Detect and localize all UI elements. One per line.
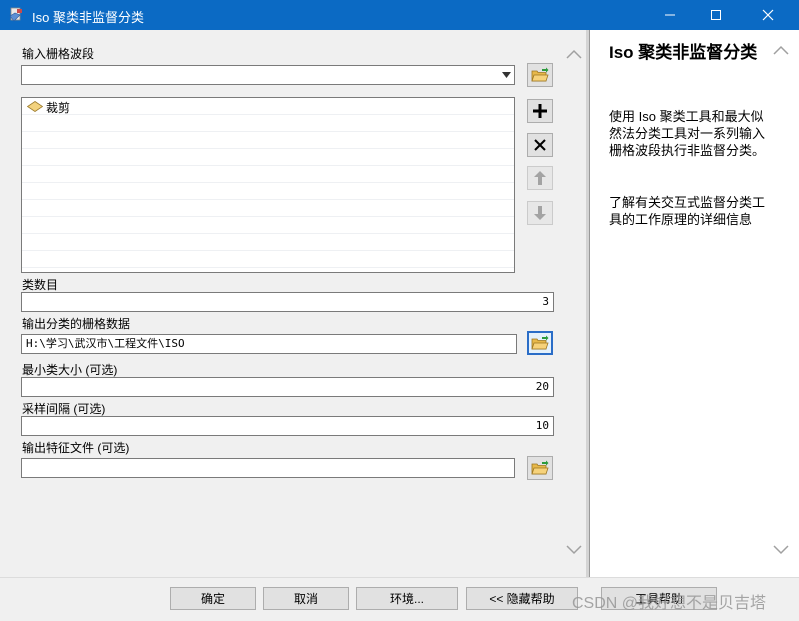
browse-input-bands-button[interactable]: [527, 63, 553, 87]
plus-icon: [533, 104, 547, 118]
help-title: Iso 聚类非监督分类: [609, 43, 758, 62]
minimize-button[interactable]: [647, 0, 693, 30]
input-bands-list[interactable]: 裁剪: [21, 97, 515, 273]
close-icon: [762, 9, 774, 21]
help-pane: Iso 聚类非监督分类 使用 Iso 聚类工具和最大似然法分类工具对一系列输入栅…: [589, 30, 799, 577]
chevron-down-icon[interactable]: [773, 544, 789, 558]
add-band-button[interactable]: [527, 99, 553, 123]
environments-button[interactable]: 环境...: [356, 587, 458, 610]
browse-output-signature-button[interactable]: [527, 456, 553, 480]
list-item: [22, 149, 514, 166]
form-scrollbar[interactable]: [563, 40, 585, 570]
chevron-down-icon[interactable]: [499, 67, 513, 83]
folder-open-icon: [531, 335, 549, 350]
input-bands-label: 输入栅格波段: [22, 47, 95, 61]
maximize-button[interactable]: [693, 0, 739, 30]
chevron-up-icon[interactable]: [566, 48, 582, 62]
window-title: Iso 聚类非监督分类: [32, 10, 144, 25]
list-item-label: 裁剪: [46, 101, 71, 115]
num-classes-label: 类数目: [22, 278, 59, 292]
list-item[interactable]: 裁剪: [22, 98, 514, 115]
move-up-button[interactable]: [527, 166, 553, 190]
title-bar: Iso 聚类非监督分类: [0, 0, 799, 30]
output-signature-input[interactable]: [21, 458, 515, 478]
list-item: [22, 115, 514, 132]
watermark: CSDN @我好想不是贝吉塔: [572, 595, 767, 612]
output-signature-label: 输出特征文件 (可选): [22, 441, 130, 455]
arrow-up-icon: [534, 171, 546, 185]
min-class-size-label: 最小类大小 (可选): [22, 363, 118, 377]
num-classes-input[interactable]: 3: [21, 292, 554, 312]
chevron-up-icon[interactable]: [773, 44, 789, 58]
help-description: 使用 Iso 聚类工具和最大似然法分类工具对一系列输入栅格波段执行非监督分类。: [609, 109, 766, 158]
close-button[interactable]: [745, 0, 791, 30]
browse-output-raster-button[interactable]: [527, 331, 553, 355]
hide-help-button[interactable]: << 隐藏帮助: [466, 587, 578, 610]
sample-interval-label: 采样间隔 (可选): [22, 402, 106, 416]
list-item: [22, 217, 514, 234]
help-more-info: 了解有关交互式监督分类工具的工作原理的详细信息: [609, 195, 766, 227]
input-bands-combobox[interactable]: [21, 65, 515, 85]
folder-open-icon: [531, 67, 549, 82]
list-item: [22, 200, 514, 217]
ok-button[interactable]: 确定: [170, 587, 256, 610]
list-item: [22, 166, 514, 183]
output-raster-input[interactable]: H:\学习\武汉市\工程文件\ISO: [21, 334, 517, 354]
arrow-down-icon: [534, 206, 546, 220]
chevron-down-icon[interactable]: [566, 544, 582, 558]
move-down-button[interactable]: [527, 201, 553, 225]
x-icon: [534, 139, 546, 151]
cancel-button[interactable]: 取消: [263, 587, 349, 610]
toolbox-app-icon: [8, 7, 24, 23]
raster-layer-icon: [26, 101, 44, 115]
list-item: [22, 132, 514, 149]
sample-interval-input[interactable]: 10: [21, 416, 554, 436]
min-class-size-input[interactable]: 20: [21, 377, 554, 397]
list-item: [22, 183, 514, 200]
list-item: [22, 234, 514, 251]
list-item: [22, 251, 514, 268]
folder-open-icon: [531, 460, 549, 475]
output-raster-label: 输出分类的栅格数据: [22, 317, 131, 331]
remove-band-button[interactable]: [527, 133, 553, 157]
